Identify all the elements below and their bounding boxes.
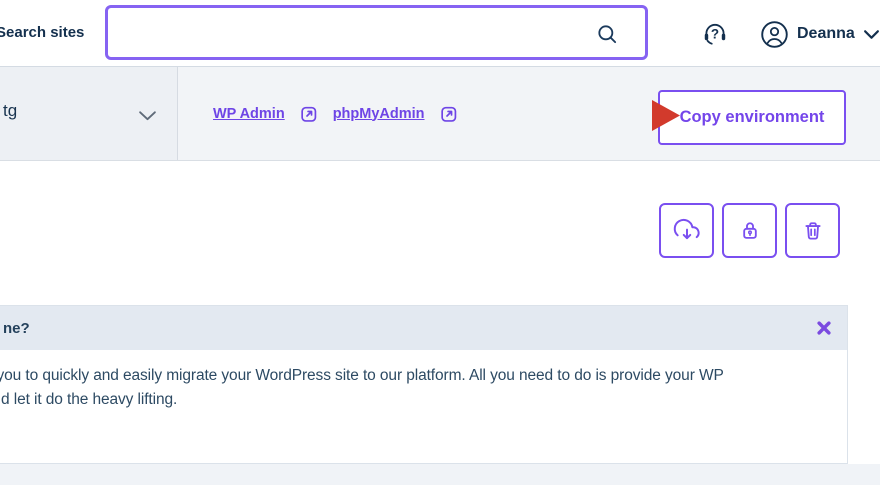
chevron-down-icon (863, 29, 879, 39)
search-sites-label: Search sites (0, 24, 85, 41)
migration-banner-body: you to quickly and easily migrate your W… (0, 364, 847, 412)
support-headset-icon[interactable]: ? (701, 20, 729, 48)
trash-icon (804, 221, 821, 240)
environment-links: WP Admin phpMyAdmin (213, 67, 459, 160)
lock-environment-button[interactable] (722, 203, 777, 258)
banner-text-line: you to quickly and easily migrate your W… (0, 367, 724, 384)
svg-text:?: ? (711, 27, 719, 42)
environment-actions (659, 203, 840, 258)
user-menu[interactable]: Deanna (760, 19, 880, 49)
banner-text-line: d let it do the heavy lifting. (1, 391, 178, 408)
user-name: Deanna (797, 25, 855, 42)
page-background-strip (0, 464, 880, 485)
download-backup-button[interactable] (659, 203, 714, 258)
search-sites-box (105, 5, 648, 60)
wp-admin-link[interactable]: WP Admin (213, 106, 285, 122)
close-icon[interactable] (817, 321, 831, 335)
migration-banner-title: ne? (3, 319, 30, 337)
migration-banner: ne? you to quickly and easily migrate yo… (0, 305, 848, 464)
phpmyadmin-link[interactable]: phpMyAdmin (333, 106, 425, 122)
search-sites-input[interactable] (108, 8, 645, 57)
avatar-icon (761, 20, 788, 48)
hosting-admin-screen: Search sites ? Deanna tg WP Admin phpMyA… (0, 0, 880, 485)
cloud-download-icon (673, 218, 700, 239)
external-link-icon[interactable] (439, 104, 459, 124)
chevron-down-icon (139, 111, 156, 121)
external-link-icon[interactable] (299, 104, 319, 124)
lock-icon (742, 221, 757, 239)
environment-bar: tg WP Admin phpMyAdmin Copy environment (0, 67, 880, 161)
delete-environment-button[interactable] (785, 203, 840, 258)
environment-selector[interactable]: tg (0, 67, 178, 160)
copy-environment-button[interactable]: Copy environment (658, 90, 846, 145)
environment-name: tg (3, 101, 18, 120)
top-bar: Search sites ? Deanna (0, 0, 880, 67)
migration-banner-header: ne? (0, 306, 847, 350)
